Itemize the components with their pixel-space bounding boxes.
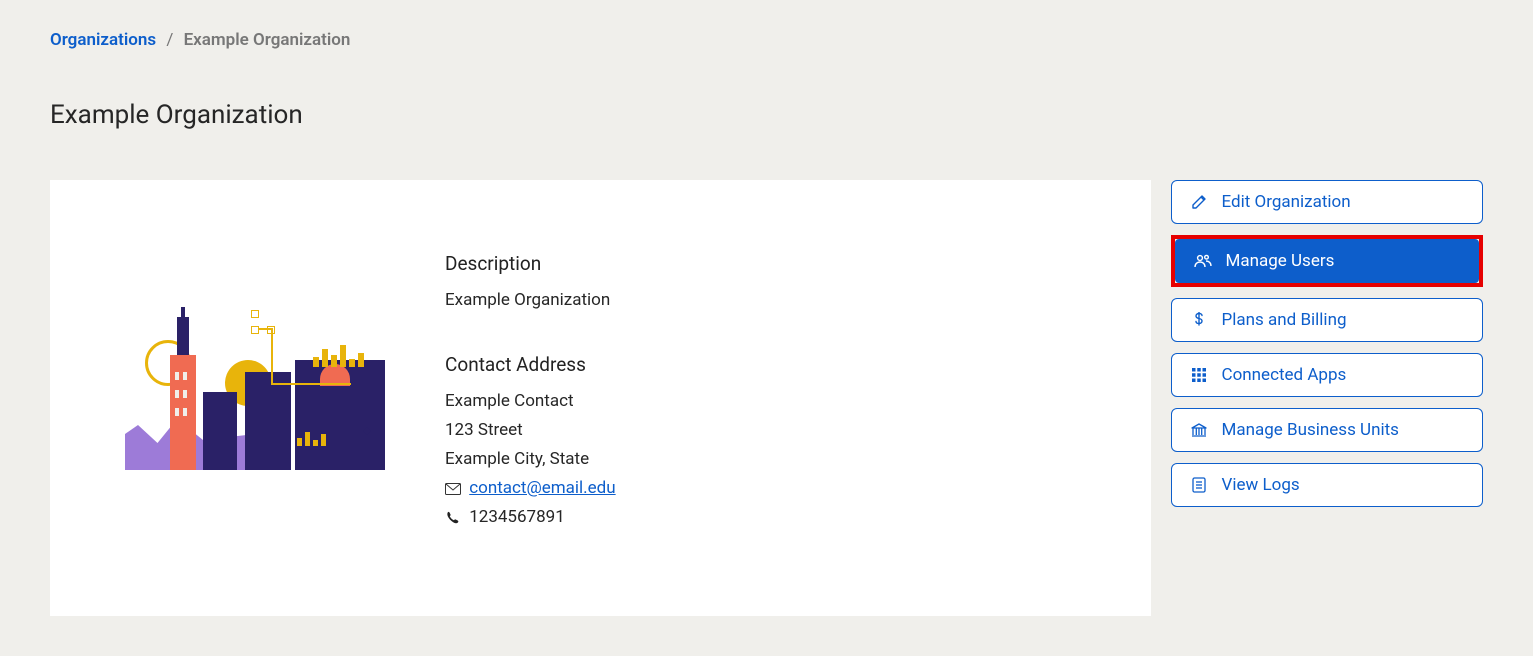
view-logs-button[interactable]: View Logs (1171, 463, 1483, 507)
contact-email-link[interactable]: contact@email.edu (469, 478, 615, 498)
description-value: Example Organization (445, 286, 616, 315)
manage-users-button[interactable]: Manage Users (1175, 239, 1479, 283)
manage-business-units-button[interactable]: Manage Business Units (1171, 408, 1483, 452)
bank-icon (1190, 421, 1208, 439)
connected-apps-label: Connected Apps (1222, 365, 1347, 385)
email-icon (445, 483, 463, 495)
description-label: Description (445, 248, 616, 280)
breadcrumb-parent-link[interactable]: Organizations (50, 30, 156, 50)
contact-city-state: Example City, State (445, 445, 616, 474)
actions-panel: Edit Organization Manage Users Plans and… (1171, 180, 1483, 507)
pencil-icon (1190, 193, 1208, 211)
manage-business-units-label: Manage Business Units (1222, 420, 1399, 440)
users-icon (1194, 252, 1212, 270)
page-title: Example Organization (50, 100, 1483, 130)
grid-icon (1190, 366, 1208, 384)
breadcrumb-separator: / (166, 30, 173, 50)
contact-label: Contact Address (445, 349, 616, 381)
contact-street: 123 Street (445, 416, 616, 445)
edit-organization-label: Edit Organization (1222, 192, 1351, 212)
manage-users-highlight: Manage Users (1171, 235, 1483, 287)
contact-name: Example Contact (445, 387, 616, 416)
connected-apps-button[interactable]: Connected Apps (1171, 353, 1483, 397)
edit-organization-button[interactable]: Edit Organization (1171, 180, 1483, 224)
plans-billing-label: Plans and Billing (1222, 310, 1347, 330)
manage-users-label: Manage Users (1226, 251, 1335, 271)
plans-billing-button[interactable]: Plans and Billing (1171, 298, 1483, 342)
phone-icon (445, 511, 463, 525)
organization-card: Description Example Organization Contact… (50, 180, 1151, 616)
breadcrumb-current: Example Organization (184, 30, 351, 50)
list-icon (1190, 476, 1208, 494)
organization-info: Description Example Organization Contact… (445, 240, 616, 566)
dollar-icon (1190, 311, 1208, 329)
view-logs-label: View Logs (1222, 475, 1300, 495)
breadcrumb: Organizations / Example Organization (50, 30, 1483, 50)
contact-phone: 1234567891 (469, 507, 565, 527)
organization-illustration (125, 300, 385, 470)
